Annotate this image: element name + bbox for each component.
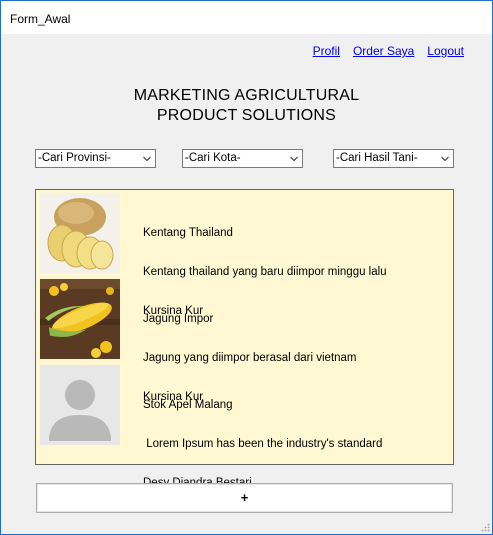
- title-bar: Form_Awal: [1, 1, 492, 34]
- hasil-tani-dropdown[interactable]: -Cari Hasil Tani-: [333, 149, 454, 168]
- page-title-line2: PRODUCT SOLUTIONS: [156, 107, 337, 124]
- top-nav: Profil Order Saya Logout: [313, 44, 464, 58]
- product-title: Kentang Thailand: [143, 227, 233, 239]
- resize-grip-icon[interactable]: [480, 522, 490, 532]
- logout-link[interactable]: Logout: [427, 44, 464, 58]
- list-item[interactable]: Jagung Impor Jagung yang diimpor berasal…: [39, 279, 449, 403]
- hasil-tani-selected: -Cari Hasil Tani-: [336, 152, 418, 164]
- add-product-button[interactable]: +: [36, 483, 453, 513]
- order-saya-link[interactable]: Order Saya: [353, 44, 414, 58]
- profil-link[interactable]: Profil: [313, 44, 340, 58]
- product-title: Stok Apel Malang: [143, 399, 233, 411]
- product-description: Lorem Ipsum has been the industry's stan…: [143, 438, 383, 450]
- product-title: Jagung Impor: [143, 313, 214, 325]
- window-title: Form_Awal: [10, 12, 71, 26]
- app-window: Form_Awal Profil Order Saya Logout MARKE…: [0, 0, 493, 535]
- product-description: Kentang thailand yang baru diimpor mingg…: [143, 266, 387, 278]
- product-description: Jagung yang diimpor berasal dari vietnam: [143, 352, 357, 364]
- chevron-down-icon: [441, 156, 449, 162]
- list-item[interactable]: Stok Apel Malang Lorem Ipsum has been th…: [39, 365, 449, 489]
- chevron-down-icon: [290, 156, 298, 162]
- provinsi-dropdown[interactable]: -Cari Provinsi-: [35, 149, 156, 168]
- corn-image: [40, 279, 120, 359]
- potato-image: [40, 193, 120, 273]
- kota-selected: -Cari Kota-: [185, 152, 241, 164]
- kota-dropdown[interactable]: -Cari Kota-: [182, 149, 303, 168]
- page-title-line1: MARKETING AGRICULTURAL: [133, 87, 360, 104]
- product-list: Kentang Thailand Kentang thailand yang b…: [35, 189, 454, 489]
- provinsi-selected: -Cari Provinsi-: [38, 152, 111, 164]
- default-avatar-icon: [40, 365, 120, 445]
- list-item[interactable]: Kentang Thailand Kentang thailand yang b…: [39, 193, 449, 317]
- chevron-down-icon: [143, 156, 151, 162]
